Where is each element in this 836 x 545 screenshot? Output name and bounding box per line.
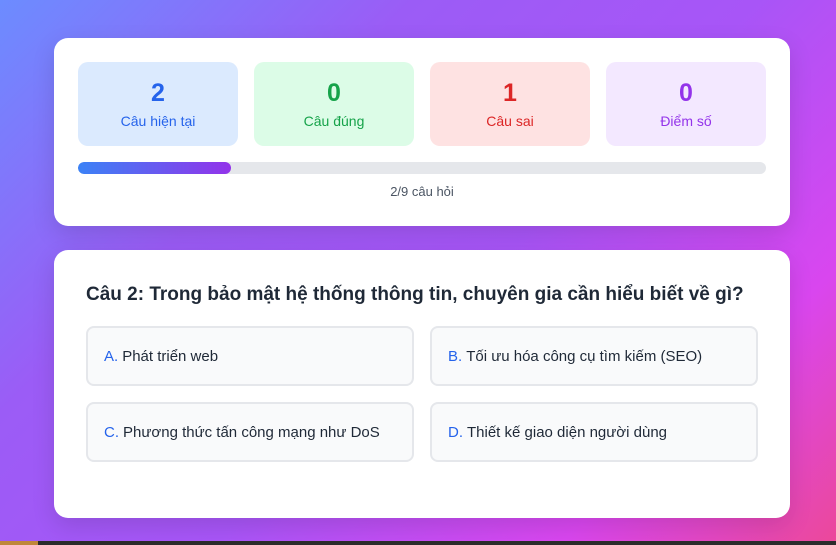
stat-score: 0 Điểm số: [606, 62, 766, 146]
option-c-text: Phương thức tấn công mạng như DoS: [123, 423, 380, 441]
option-a-letter: A.: [104, 347, 119, 365]
option-a-button[interactable]: A. Phát triển web: [86, 326, 414, 386]
stat-current-question: 2 Câu hiện tại: [78, 62, 238, 146]
bottom-strip: [0, 541, 836, 545]
option-b-letter: B.: [448, 347, 463, 365]
option-d-button[interactable]: D. Thiết kế giao diện người dùng: [430, 402, 758, 462]
answer-options: A. Phát triển web B. Tối ưu hóa công cụ …: [86, 326, 758, 462]
stat-score-value: 0: [679, 79, 693, 107]
question-title: Câu 2: Trong bảo mật hệ thống thông tin,…: [86, 284, 744, 305]
stat-wrong-label: Câu sai: [486, 113, 534, 129]
option-d-text: Thiết kế giao diện người dùng: [467, 423, 668, 441]
progress-text: 2/9 câu hỏi: [390, 184, 454, 199]
option-c-letter: C.: [104, 423, 119, 441]
option-b-text: Tối ưu hóa công cụ tìm kiếm (SEO): [466, 347, 703, 365]
stats-row: 2 Câu hiện tại 0 Câu đúng 1 Câu sai 0 Đi…: [78, 62, 766, 146]
stat-wrong-answers: 1 Câu sai: [430, 62, 590, 146]
option-c-button[interactable]: C. Phương thức tấn công mạng như DoS: [86, 402, 414, 462]
stat-current-label: Câu hiện tại: [120, 113, 196, 129]
stat-wrong-value: 1: [503, 79, 517, 107]
stats-card: 2 Câu hiện tại 0 Câu đúng 1 Câu sai 0 Đi…: [54, 38, 790, 226]
progress-bar: [78, 162, 766, 174]
progress-bar-fill: [78, 162, 231, 174]
stat-score-label: Điểm số: [660, 113, 712, 129]
option-a-text: Phát triển web: [122, 347, 219, 365]
stat-correct-value: 0: [327, 79, 341, 107]
option-d-letter: D.: [448, 423, 463, 441]
stat-correct-answers: 0 Câu đúng: [254, 62, 414, 146]
stat-correct-label: Câu đúng: [303, 113, 365, 129]
stat-current-value: 2: [151, 79, 165, 107]
question-card: Câu 2: Trong bảo mật hệ thống thông tin,…: [54, 250, 790, 518]
option-b-button[interactable]: B. Tối ưu hóa công cụ tìm kiếm (SEO): [430, 326, 758, 386]
bottom-strip-accent: [0, 541, 38, 545]
